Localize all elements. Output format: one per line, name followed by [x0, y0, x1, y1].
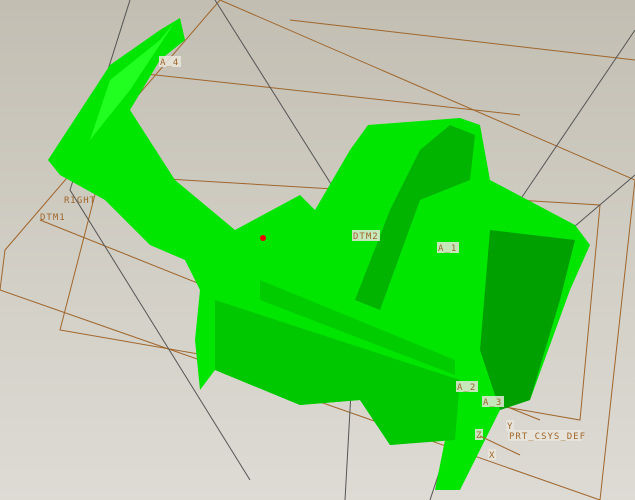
svg-text:PRT_CSYS_DEF: PRT_CSYS_DEF: [509, 432, 586, 442]
axis-z: Z: [475, 429, 483, 441]
svg-text:Z: Z: [476, 431, 482, 441]
label-a1[interactable]: A_1: [437, 242, 459, 254]
svg-text:DTM2: DTM2: [353, 232, 379, 242]
svg-text:DTM1: DTM1: [40, 213, 66, 223]
3d-model-viewport[interactable]: A_4 RIGHT DTM1 DTM2 A_1 A_2 A_3 PRT_CSYS…: [0, 0, 635, 500]
svg-text:A_2: A_2: [457, 383, 476, 393]
label-right[interactable]: RIGHT: [64, 196, 96, 206]
label-a4[interactable]: A_4: [159, 56, 181, 68]
svg-text:A_4: A_4: [160, 58, 179, 68]
svg-text:X: X: [489, 451, 495, 461]
svg-text:A_3: A_3: [483, 398, 502, 408]
origin-point: [260, 235, 266, 241]
axis-x: X: [488, 449, 496, 461]
svg-text:RIGHT: RIGHT: [64, 196, 96, 206]
label-csys[interactable]: PRT_CSYS_DEF: [508, 430, 586, 442]
label-dtm1[interactable]: DTM1: [40, 213, 66, 223]
green-part: [48, 18, 590, 490]
svg-text:Y: Y: [507, 422, 513, 432]
label-a2[interactable]: A_2: [456, 381, 478, 393]
axis-y: Y: [506, 420, 514, 432]
label-dtm2[interactable]: DTM2: [352, 230, 380, 242]
svg-text:A_1: A_1: [438, 244, 457, 254]
label-a3[interactable]: A_3: [482, 396, 504, 408]
